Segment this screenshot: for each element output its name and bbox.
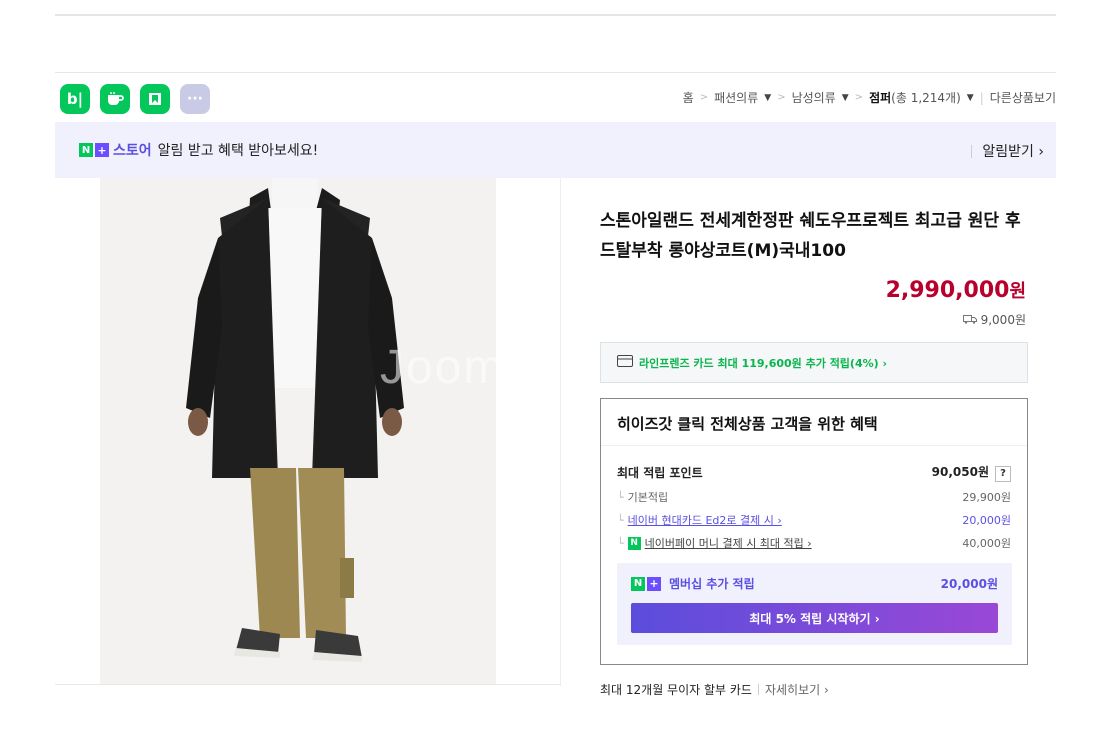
tree-branch-icon: └ bbox=[617, 513, 624, 527]
breadcrumb-count: (총 1,214개) bbox=[891, 91, 961, 105]
breadcrumb-level2[interactable]: 남성의류 bbox=[792, 89, 836, 106]
breadcrumb-separator-icon: > bbox=[854, 92, 864, 103]
credit-card-icon bbox=[617, 355, 633, 370]
app-icons: b| ··· bbox=[60, 84, 210, 114]
tree-branch-icon: └ bbox=[617, 536, 624, 550]
card-offer-text: 라인프렌즈 카드 최대 119,600원 추가 적립(4%) › bbox=[639, 356, 888, 370]
price-unit: 원 bbox=[1009, 281, 1026, 302]
divider bbox=[757, 684, 759, 695]
breadcrumb-separator-icon: > bbox=[699, 92, 709, 103]
header-divider bbox=[55, 72, 1056, 73]
breadcrumb-level1[interactable]: 패션의류 bbox=[714, 89, 758, 106]
shipping-value: 9,000원 bbox=[980, 313, 1026, 327]
max-points-value: 90,050원 bbox=[931, 465, 989, 479]
n-badge: N bbox=[631, 576, 645, 591]
watermark-text: Joom bbox=[380, 341, 506, 394]
basic-points-label: 기본적립 bbox=[627, 491, 669, 504]
product-price: 2,990,000원 bbox=[886, 277, 1026, 303]
nplus-membership-logo: N + bbox=[631, 576, 661, 591]
membership-start-button[interactable]: 최대 5% 적립 시작하기 › bbox=[631, 603, 998, 633]
basic-points-value: 29,900원 bbox=[962, 491, 1011, 504]
breadcrumb-level3[interactable]: 점퍼 bbox=[869, 91, 891, 105]
breadcrumb-separator-icon: > bbox=[777, 92, 786, 103]
other-products-link[interactable]: 다른상품보기 bbox=[990, 89, 1056, 106]
npay-points-row: └ N 네이버페이 머니 결제 시 최대 적립 › 40,000원 bbox=[617, 535, 1011, 551]
blog-icon-glyph: b| bbox=[66, 90, 84, 108]
breadcrumb-home[interactable]: 홈 bbox=[683, 89, 694, 106]
blog-icon[interactable]: b| bbox=[60, 84, 90, 114]
help-icon[interactable]: ? bbox=[995, 465, 1011, 482]
npay-icon: N bbox=[627, 536, 641, 550]
breadcrumb: 홈 > 패션의류 ▼ > 남성의류 ▼ > 점퍼(총 1,214개) ▼ | 다… bbox=[683, 89, 1056, 106]
product-title: 스톤아일랜드 전세계한정판 쉐도우프로젝트 최고급 원단 후드탈부착 롱야상코트… bbox=[600, 211, 1021, 261]
more-icon: ··· bbox=[187, 91, 203, 107]
hyundai-card-link[interactable]: 네이버 현대카드 Ed2로 결제 시 › bbox=[628, 512, 782, 528]
installment-text: 최대 12개월 무이자 할부 카드 bbox=[600, 683, 752, 697]
card-points-value: 20,000원 bbox=[962, 514, 1011, 527]
membership-label: 멤버십 추가 적립 bbox=[669, 577, 755, 591]
card-offer-box[interactable]: 라인프렌즈 카드 최대 119,600원 추가 적립(4%) › bbox=[600, 342, 1028, 383]
more-apps-button[interactable]: ··· bbox=[180, 84, 210, 114]
divider bbox=[601, 445, 1027, 446]
membership-value: 20,000원 bbox=[940, 577, 998, 591]
product-photo[interactable] bbox=[100, 178, 496, 684]
benefit-title: 히이즈갓 클릭 전체상품 고객을 위한 혜택 bbox=[617, 415, 878, 433]
caret-down-icon[interactable]: ▼ bbox=[842, 93, 849, 103]
card-points-row: └ 네이버 현대카드 Ed2로 결제 시 › 20,000원 bbox=[617, 512, 1011, 528]
tree-branch-icon: └ bbox=[617, 490, 624, 504]
bookmark-icon[interactable] bbox=[140, 84, 170, 114]
membership-panel: N + 멤버십 추가 적립 20,000원 최대 5% 적립 시작하기 › bbox=[617, 563, 1012, 645]
image-panel-divider bbox=[55, 684, 561, 685]
divider: | bbox=[979, 90, 984, 105]
max-points-row: 최대 적립 포인트 90,050원? bbox=[617, 463, 1011, 482]
npay-money-link[interactable]: 네이버페이 머니 결제 시 최대 적립 › bbox=[645, 535, 812, 551]
top-divider bbox=[55, 14, 1056, 16]
nplus-store-logo: N + bbox=[79, 143, 109, 157]
plus-badge: + bbox=[95, 143, 109, 157]
cafe-icon[interactable] bbox=[100, 84, 130, 114]
max-points-label: 최대 적립 포인트 bbox=[617, 465, 703, 480]
notify-button[interactable]: 알림받기 › bbox=[982, 141, 1044, 161]
divider bbox=[971, 144, 973, 158]
notify-banner: N + 스토어 알림 받고 혜택 받아보세요! 알림받기 › bbox=[55, 122, 1056, 178]
shipping-fee: 9,000원 bbox=[962, 311, 1026, 328]
banner-text: 알림 받고 혜택 받아보세요! bbox=[157, 143, 319, 159]
store-label: 스토어 bbox=[113, 143, 152, 159]
npay-points-value: 40,000원 bbox=[962, 537, 1011, 550]
installment-more-link[interactable]: 자세히보기 › bbox=[765, 681, 829, 698]
price-value: 2,990,000 bbox=[885, 278, 1010, 303]
installment-info: 최대 12개월 무이자 할부 카드 자세히보기 › bbox=[600, 681, 829, 698]
caret-down-icon[interactable]: ▼ bbox=[967, 93, 974, 103]
truck-icon bbox=[962, 313, 977, 327]
benefit-box: 히이즈갓 클릭 전체상품 고객을 위한 혜택 최대 적립 포인트 90,050원… bbox=[600, 398, 1028, 665]
caret-down-icon[interactable]: ▼ bbox=[764, 93, 771, 103]
plus-badge: + bbox=[647, 576, 661, 591]
basic-points-row: └ 기본적립 29,900원 bbox=[617, 489, 1011, 505]
n-badge: N bbox=[79, 143, 93, 157]
